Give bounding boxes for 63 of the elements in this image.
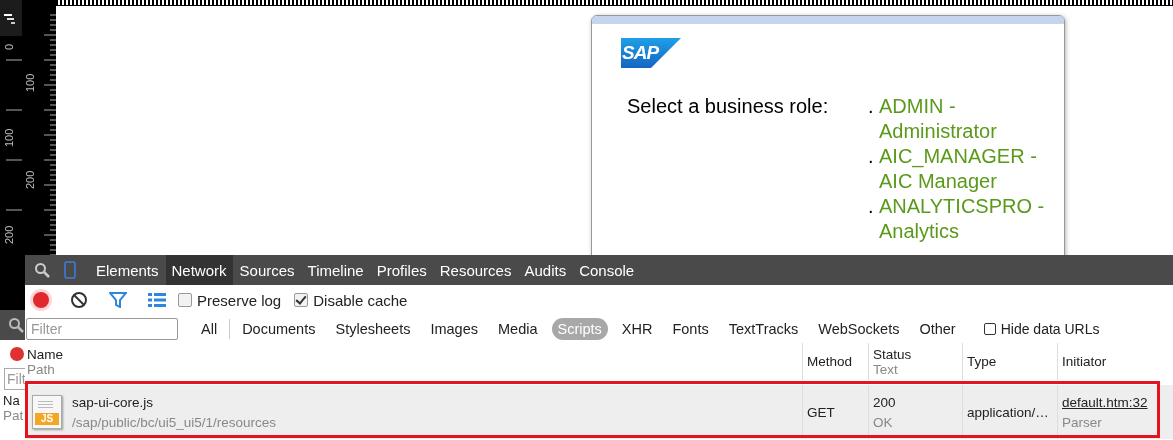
checkbox-label: Disable cache [313,291,408,309]
clear-icon[interactable] [70,291,88,309]
ruler-label: 200 [24,170,36,189]
status-text: OK [873,414,894,430]
column-subheader[interactable]: Text [873,361,962,377]
checkbox[interactable] [178,293,192,307]
panel-tab[interactable]: Timeline [301,255,370,285]
prompt-label: Select a business role: [627,94,830,119]
type-filter[interactable]: XHR [615,318,659,340]
search-icon[interactable] [34,262,50,278]
record-icon[interactable] [10,347,24,361]
type-filter[interactable]: Stylesheets [329,318,417,340]
panel-tab[interactable]: Elements [90,255,165,285]
panel-tab[interactable]: Audits [518,255,573,285]
bullet: . [868,94,875,119]
bullet: . [868,144,875,169]
checkbox[interactable] [294,293,309,307]
type-filter[interactable]: Media [492,318,544,340]
column-subheader: Pat [3,408,25,423]
column-header[interactable]: Initiator [1062,354,1173,369]
checkbox-label: Hide data URLs [1000,321,1100,337]
checkbox[interactable] [983,323,996,335]
column-subheader[interactable]: Path [27,361,802,377]
column-header[interactable]: Name [27,346,802,362]
column-header[interactable]: Method [807,354,868,369]
type-filter[interactable]: Documents [236,318,322,340]
logo: SAP [621,38,681,68]
filter-field[interactable]: Filter [26,318,178,340]
search-icon[interactable] [8,317,24,333]
checkbox-label: Preserve log [197,291,282,309]
column-header: Na [3,393,21,408]
initiator-detail: Parser [1062,414,1103,430]
type-filter[interactable]: WebSockets [812,318,906,340]
file-path: /sap/public/bc/ui5_ui5/1/resources [72,414,277,430]
filter-icon[interactable] [109,292,127,308]
script-file-icon: JS [32,395,62,429]
panel-tab[interactable]: Console [573,255,641,285]
ruler-label: 100 [3,128,15,147]
role-link[interactable]: ADMIN - Administrator [879,94,1064,144]
panel-tab[interactable]: Profiles [370,255,433,285]
panel-tab[interactable]: Sources [233,255,301,285]
type-filter[interactable]: Fonts [666,318,715,340]
bullet: . [868,194,875,219]
table-cell: application/… [967,404,1049,420]
type-filter[interactable]: TextTracks [722,318,805,340]
table-cell: GET [807,404,835,420]
type-filter[interactable]: Other [913,318,962,340]
ruler-label: 200 [3,225,15,244]
file-name: sap-ui-core.js [72,394,155,410]
initiator-link[interactable]: default.htm:32 [1062,394,1148,410]
ruler-label: 0 [3,43,15,50]
type-filter[interactable]: Images [424,318,484,340]
list-icon[interactable] [148,293,166,307]
ruler-corner-icon[interactable] [4,12,18,26]
status-code: 200 [873,394,896,410]
column-header[interactable]: Type [967,354,1057,369]
ruler-label: 100 [24,73,36,92]
panel-tab[interactable]: Resources [433,255,518,285]
panel-tab[interactable]: Network [165,255,233,285]
type-filter[interactable]: All [195,318,224,340]
record-button[interactable] [33,292,49,308]
column-header[interactable]: Status [873,346,962,362]
role-link[interactable]: AIC_MANAGER - AIC Manager [879,144,1064,194]
